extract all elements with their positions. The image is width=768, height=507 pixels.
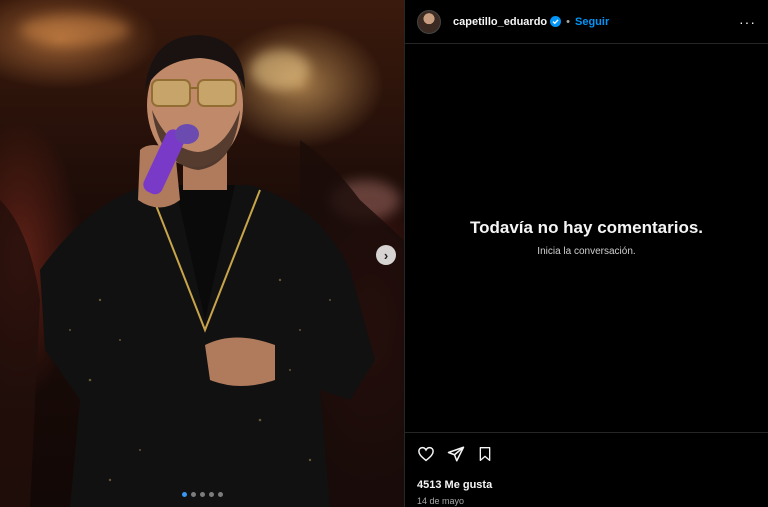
send-icon[interactable] <box>447 445 465 463</box>
heart-icon[interactable] <box>417 445 435 463</box>
instagram-post-view: › capetillo_eduardo • Seguir ··· Todavía… <box>0 0 768 507</box>
empty-comments: Todavía no hay comentarios. Inicia la co… <box>405 218 768 257</box>
carousel-next-button[interactable]: › <box>376 245 396 265</box>
avatar[interactable] <box>417 9 441 34</box>
username-link[interactable]: capetillo_eduardo <box>453 16 547 28</box>
bookmark-icon[interactable] <box>477 445 493 463</box>
verified-badge-icon <box>550 16 562 27</box>
follow-button[interactable]: Seguir <box>575 16 609 28</box>
carousel-dot <box>217 492 223 497</box>
likes-count[interactable]: 4513 Me gusta <box>417 479 756 491</box>
carousel-dot <box>199 492 205 497</box>
post-actions: 4513 Me gusta 14 de mayo <box>405 432 768 506</box>
carousel-indicator <box>0 492 404 497</box>
post-photo[interactable]: › <box>0 0 404 507</box>
comments-panel: capetillo_eduardo • Seguir ··· Todavía n… <box>404 0 768 507</box>
empty-comments-subtitle: Inicia la conversación. <box>537 246 636 257</box>
singer-illustration <box>0 35 404 507</box>
carousel-dot-active <box>181 492 187 497</box>
more-options-icon[interactable]: ··· <box>739 14 756 30</box>
post-date[interactable]: 14 de mayo <box>417 496 756 506</box>
separator: • <box>566 15 570 28</box>
chevron-right-icon: › <box>383 247 389 263</box>
empty-comments-title: Todavía no hay comentarios. <box>469 218 704 237</box>
action-bar <box>417 443 756 465</box>
carousel-dot <box>208 492 214 497</box>
post-header: capetillo_eduardo • Seguir ··· <box>405 0 768 44</box>
carousel-dot <box>190 492 196 497</box>
